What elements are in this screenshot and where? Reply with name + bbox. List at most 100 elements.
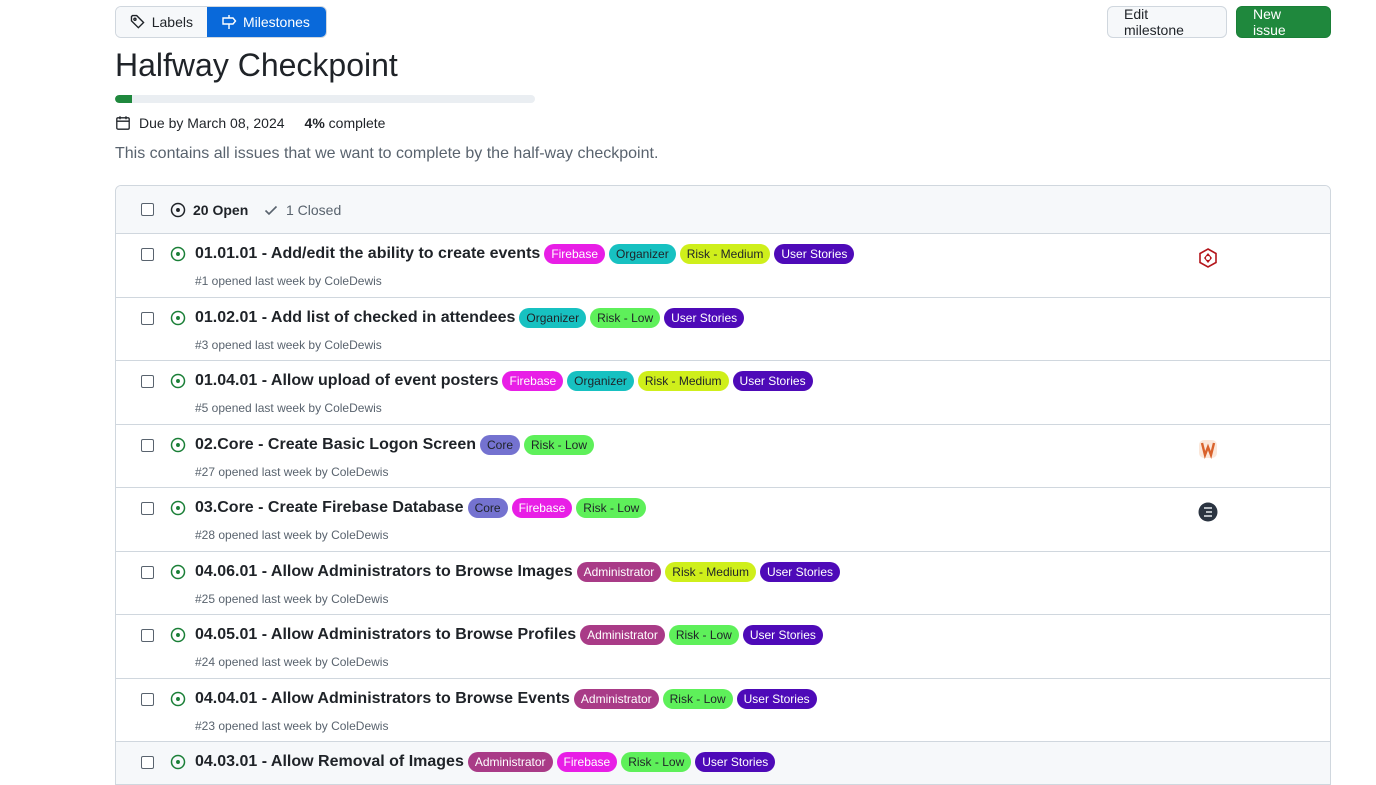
labels-milestones-switch: Labels Milestones (115, 6, 327, 38)
open-count: 20 Open (193, 202, 249, 218)
issue-title-line: 01.04.01 - Allow upload of event posters… (195, 371, 813, 391)
issue-title-link[interactable]: 02.Core - Create Basic Logon Screen (195, 436, 476, 454)
closed-issues-filter[interactable]: 1 Closed (263, 202, 341, 218)
issue-label[interactable]: Risk - Low (662, 688, 733, 709)
issue-label[interactable]: User Stories (774, 244, 855, 264)
issue-label[interactable]: User Stories (742, 625, 823, 645)
issue-title-link[interactable]: 04.05.01 - Allow Administrators to Brows… (195, 626, 576, 644)
issue-title-line: 01.02.01 - Add list of checked in attend… (195, 307, 745, 328)
issue-title-link[interactable]: 01.04.01 - Allow upload of event posters (195, 372, 498, 390)
calendar-icon (116, 116, 130, 130)
issue-label[interactable]: User Stories (732, 371, 813, 391)
issue-opened-icon (170, 564, 186, 585)
issue-title-line: 03.Core - Create Firebase Database Core Fi… (195, 498, 647, 518)
edit-milestone-button[interactable]: Edit milestone (1107, 6, 1227, 38)
issue-row[interactable]: 04.06.01 - Allow Administrators to Brows… (116, 551, 1330, 615)
issue-opened-icon (170, 691, 186, 712)
issue-label[interactable]: Firebase (556, 752, 618, 772)
milestone-description: This contains all issues that we want to… (115, 145, 659, 162)
issue-checkbox[interactable] (141, 565, 154, 579)
issue-list-header: 20 Open 1 Closed (116, 186, 1330, 234)
issue-label[interactable]: Administrator (580, 625, 665, 645)
issue-label[interactable]: Administrator (576, 561, 662, 582)
issue-row[interactable]: 04.05.01 - Allow Administrators to Brows… (116, 615, 1330, 679)
issue-checkbox[interactable] (141, 248, 154, 261)
issue-label[interactable]: Firebase (502, 371, 564, 391)
issue-label[interactable]: User Stories (695, 752, 776, 772)
issue-title-link[interactable]: 01.01.01 - Add/edit the ability to creat… (195, 245, 540, 263)
issue-title-link[interactable]: 01.02.01 - Add list of checked in attend… (195, 309, 515, 327)
milestones-tab[interactable]: Milestones (207, 7, 326, 37)
issue-label[interactable]: User Stories (759, 561, 840, 582)
issue-row[interactable]: 01.02.01 - Add list of checked in attend… (116, 297, 1330, 361)
issue-label[interactable]: Administrator (467, 752, 553, 772)
issue-row[interactable]: 04.04.01 - Allow Administrators to Brows… (116, 678, 1330, 742)
issue-meta: #3 opened last week by ColeDewis (195, 337, 382, 352)
issue-list: 20 Open 1 Closed 01.01.01 - Add/edit the… (115, 185, 1331, 785)
completion-percent: 4% complete (305, 115, 386, 131)
issue-label[interactable]: Organizer (519, 307, 587, 328)
issue-meta: #24 opened last week by ColeDewis (195, 655, 389, 669)
issue-opened-icon (170, 202, 186, 218)
milestones-tab-label: Milestones (243, 14, 310, 30)
issue-title-line: 04.06.01 - Allow Administrators to Brows… (195, 561, 840, 582)
labels-tab[interactable]: Labels (116, 7, 207, 37)
progress-fill (115, 95, 132, 103)
milestone-topbar: Labels Milestones Edit milestone New iss… (115, 6, 1331, 38)
issue-label[interactable]: Risk - Medium (637, 371, 729, 391)
issue-title-link[interactable]: 03.Core - Create Firebase Database (195, 499, 464, 517)
closed-count: 1 Closed (286, 202, 342, 218)
issue-row[interactable]: 04.03.01 - Allow Removal of Images Admini… (116, 742, 1330, 784)
issue-label[interactable]: Risk - Low (576, 498, 647, 518)
issue-label[interactable]: Firebase (511, 498, 573, 518)
milestone-icon (222, 15, 237, 29)
open-issues-filter[interactable]: 20 Open (170, 202, 248, 218)
issue-checkbox[interactable] (141, 502, 154, 515)
issue-label[interactable]: User Stories (664, 307, 745, 328)
milestone-progress-bar (115, 95, 535, 103)
issue-label[interactable]: Risk - Low (524, 434, 595, 455)
issue-row[interactable]: 01.01.01 - Add/edit the ability to creat… (116, 234, 1330, 298)
select-all-checkbox[interactable] (141, 203, 154, 216)
issue-title-line: 02.Core - Create Basic Logon Screen Core R… (195, 434, 595, 455)
issue-label[interactable]: Administrator (573, 688, 659, 709)
issue-label[interactable]: Organizer (567, 371, 634, 391)
issue-label[interactable]: Risk - Low (621, 752, 692, 772)
milestone-meta: Due by March 08, 2024 4% complete (115, 114, 385, 132)
issue-label[interactable]: Organizer (609, 244, 676, 264)
issue-checkbox[interactable] (141, 629, 154, 642)
issue-row[interactable]: 03.Core - Create Firebase Database Core Fi… (116, 488, 1330, 552)
issue-meta: #23 opened last week by ColeDewis (195, 718, 389, 733)
issue-label[interactable]: Risk - Medium (665, 561, 756, 582)
completion-value: 4% (304, 115, 325, 131)
issue-title-link[interactable]: 04.06.01 - Allow Administrators to Brows… (195, 563, 573, 581)
issue-title-line: 04.03.01 - Allow Removal of Images Admini… (195, 752, 776, 772)
assignee-avatar[interactable] (1198, 502, 1218, 522)
issue-meta: #5 opened last week by ColeDewis (195, 401, 382, 415)
issue-label[interactable]: Core (479, 434, 520, 455)
issue-label[interactable]: Core (467, 498, 508, 518)
issue-meta: #28 opened last week by ColeDewis (195, 528, 389, 542)
issue-label[interactable]: Risk - Medium (679, 244, 771, 264)
issue-label[interactable]: Risk - Low (590, 307, 661, 328)
issue-checkbox[interactable] (141, 311, 154, 325)
issue-row[interactable]: 02.Core - Create Basic Logon Screen Core R… (116, 424, 1330, 488)
issue-title-line: 04.05.01 - Allow Administrators to Brows… (195, 625, 823, 645)
issue-checkbox[interactable] (141, 692, 154, 706)
issue-checkbox[interactable] (141, 438, 154, 452)
issue-label[interactable]: Risk - Low (668, 625, 739, 645)
issue-checkbox[interactable] (141, 375, 154, 388)
issue-title-link[interactable]: 04.04.01 - Allow Administrators to Brows… (195, 690, 570, 708)
issue-label[interactable]: Firebase (544, 244, 605, 264)
new-issue-button[interactable]: New issue (1236, 6, 1331, 38)
due-date: Due by March 08, 2024 (139, 115, 285, 131)
assignee-avatar[interactable] (1198, 439, 1218, 459)
assignee-avatar[interactable] (1198, 248, 1218, 268)
issue-title-line: 04.04.01 - Allow Administrators to Brows… (195, 688, 817, 709)
issue-label[interactable]: User Stories (736, 688, 817, 709)
issue-opened-icon (170, 246, 186, 267)
issue-title-link[interactable]: 04.03.01 - Allow Removal of Images (195, 753, 464, 771)
milestone-title: Halfway Checkpoint (115, 47, 398, 83)
completion-text: complete (328, 115, 386, 131)
issue-row[interactable]: 01.04.01 - Allow upload of event posters… (116, 361, 1330, 425)
